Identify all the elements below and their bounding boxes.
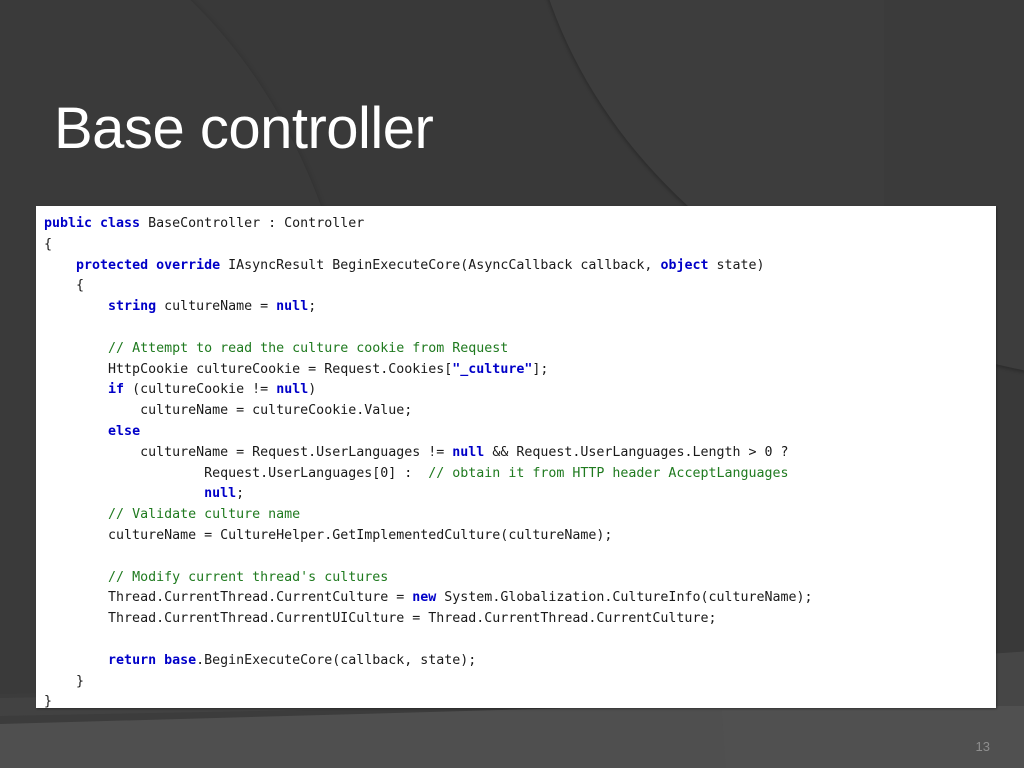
code-line: { [44,278,84,293]
code-line: string cultureName = null; [44,299,316,314]
code-line: Thread.CurrentThread.CurrentUICulture = … [44,611,716,626]
code-line: } [44,674,84,689]
code-line: // Modify current thread's cultures [44,570,388,585]
code-token: "_culture" [452,361,533,377]
code-token: return base [108,652,197,668]
code-card: public class BaseController : Controller… [36,206,996,708]
code-token: // Attempt to read the culture cookie fr… [108,340,509,356]
code-line: { [44,237,52,252]
code-token: BaseController : Controller [148,216,365,231]
code-block: public class BaseController : Controller… [36,206,996,708]
code-token: // Validate culture name [108,507,301,523]
code-token: { [44,278,85,294]
code-token: object [660,257,717,273]
code-token: state) [716,257,765,273]
code-token: if [108,382,133,398]
code-token: null [276,299,309,315]
code-line: cultureName = Request.UserLanguages != n… [44,444,789,460]
code-token: ; [308,299,317,315]
code-line: cultureName = CultureHelper.GetImplement… [44,528,612,543]
code-line: else [44,424,140,439]
code-token: null [452,444,485,460]
page-number: 13 [975,739,990,754]
code-token: Request.UserLanguages[0] : [44,465,429,481]
code-line: Thread.CurrentThread.CurrentCulture = ne… [44,590,813,605]
code-token: Thread.CurrentThread.CurrentCulture = [44,590,413,606]
slide: Base controller public class BaseControl… [0,0,1024,768]
code-token: (cultureCookie != [132,382,277,398]
code-token: // Modify current thread's cultures [108,569,389,585]
code-token: HttpCookie cultureCookie = Request.Cooki… [44,361,453,377]
code-token: // obtain it from HTTP header AcceptLang… [428,465,789,481]
code-token: && Request.UserLanguages.Length > 0 ? [484,444,789,460]
code-token: null [276,382,309,398]
code-line: if (cultureCookie != null) [44,382,316,397]
code-token: { [44,236,53,252]
code-line: cultureName = cultureCookie.Value; [44,403,412,418]
code-line: public class BaseController : Controller [44,216,364,231]
code-line: HttpCookie cultureCookie = Request.Cooki… [44,362,548,377]
code-token: cultureName = Request.UserLanguages != [44,444,453,460]
code-token: string [108,299,165,315]
code-line: // Validate culture name [44,507,300,522]
code-token: .BeginExecuteCore(callback, state); [196,652,477,668]
code-token: new [412,590,445,606]
code-token: null [204,486,237,502]
code-token: ; [236,486,245,502]
code-token: cultureName = cultureCookie.Value; [44,403,413,419]
code-line: null; [44,486,244,501]
background-footer-band [0,706,1024,768]
code-line: // Attempt to read the culture cookie fr… [44,341,508,356]
code-token: ]; [532,361,549,377]
code-token: Thread.CurrentThread.CurrentUICulture = … [44,611,717,627]
code-token: else [108,423,141,439]
code-line: protected override IAsyncResult BeginExe… [44,258,765,273]
code-token: protected override [76,257,229,273]
code-token: ) [308,382,317,398]
code-token: } [44,694,53,708]
code-line: } [44,694,52,708]
code-token: cultureName = CultureHelper.GetImplement… [44,527,613,543]
code-token: System.Globalization.CultureInfo(culture… [444,590,813,606]
code-token: IAsyncResult BeginExecuteCore(AsyncCallb… [228,257,661,273]
code-line: Request.UserLanguages[0] : // obtain it … [44,465,789,481]
slide-title: Base controller [54,95,434,161]
code-token: public class [44,216,149,231]
code-token: } [44,673,85,689]
code-token: cultureName = [164,299,277,315]
code-line: return base.BeginExecuteCore(callback, s… [44,653,476,668]
